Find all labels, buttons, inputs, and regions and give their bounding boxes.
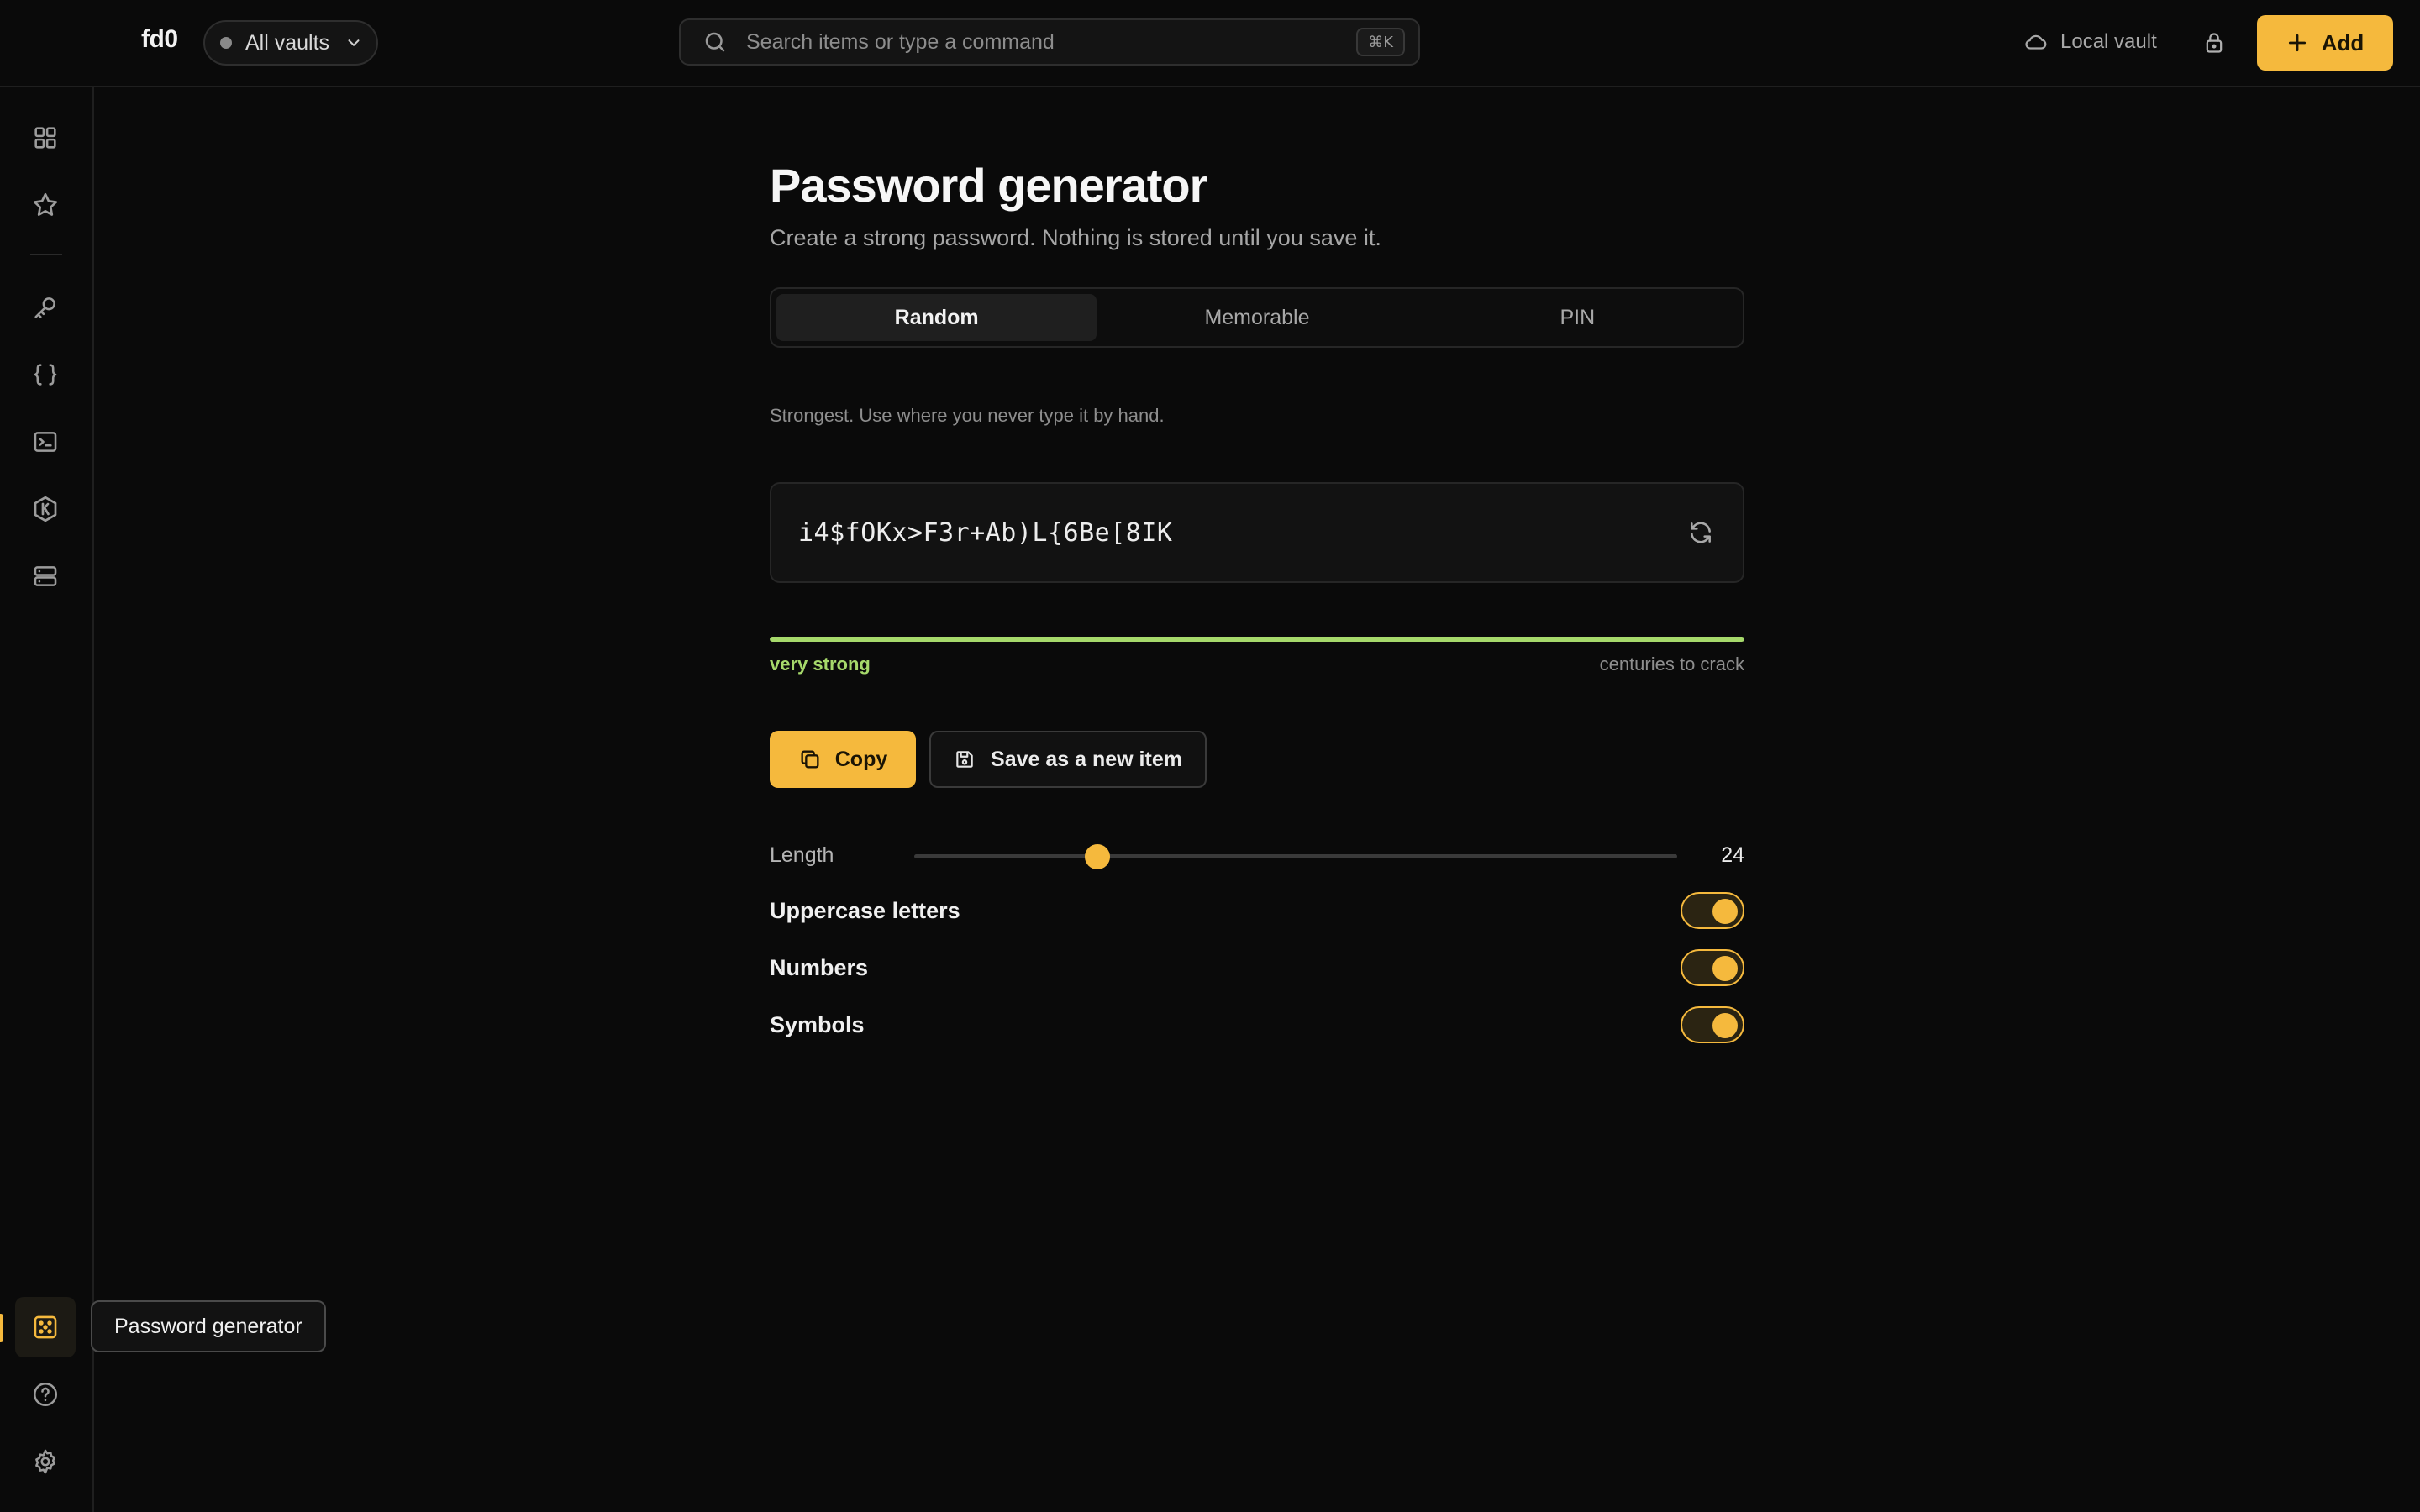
lock-icon <box>2206 33 2223 53</box>
option-symbols-label: Symbols <box>770 1011 865 1037</box>
server-icon <box>34 566 57 586</box>
terminal-icon <box>34 432 57 452</box>
plus-icon <box>2288 34 2306 52</box>
toggle-knob <box>1712 1013 1738 1038</box>
length-slider-thumb[interactable] <box>1084 844 1110 869</box>
regenerate-button[interactable] <box>1681 512 1721 553</box>
add-button-label: Add <box>2321 29 2365 55</box>
sidebar-item-snippets[interactable] <box>15 344 76 405</box>
top-bar: fd0 All vaults ⌘K Local vault Add <box>0 0 2420 87</box>
page-title: Password generator <box>770 159 1207 212</box>
strength-label: very strong <box>770 654 871 675</box>
generated-password-box: i4$fOKx>F3r+Ab)L{6Be[8IK <box>770 482 1744 583</box>
page-subtitle: Create a strong password. Nothing is sto… <box>770 225 1381 250</box>
toggle-knob <box>1712 899 1738 924</box>
lock-button[interactable] <box>2196 25 2232 60</box>
cloud-icon <box>2025 34 2047 50</box>
dice-icon <box>34 1315 57 1339</box>
uppercase-toggle[interactable] <box>1681 892 1744 929</box>
strength-meter-fill <box>770 637 1744 642</box>
sidebar-item-logins[interactable] <box>15 277 76 338</box>
hexagon-k-icon <box>34 496 57 522</box>
symbols-toggle[interactable] <box>1681 1006 1744 1043</box>
search-bar[interactable]: ⌘K <box>679 18 1420 66</box>
length-value: 24 <box>1721 843 1744 867</box>
save-button-label: Save as a new item <box>991 747 1182 771</box>
search-icon <box>705 32 725 52</box>
option-numbers-label: Numbers <box>770 954 869 980</box>
save-as-new-item-button[interactable]: Save as a new item <box>929 731 1207 788</box>
sidebar-item-terminal[interactable] <box>15 412 76 472</box>
tab-random[interactable]: Random <box>776 294 1097 341</box>
tab-memorable[interactable]: Memorable <box>1097 294 1417 341</box>
length-slider[interactable] <box>914 844 1677 869</box>
copy-button[interactable]: Copy <box>770 731 916 788</box>
grid-icon <box>34 127 56 149</box>
sidebar-divider <box>30 254 62 255</box>
vault-status-dot <box>220 37 232 49</box>
length-label: Length <box>770 843 834 867</box>
toggle-knob <box>1712 956 1738 981</box>
sidebar-item-kubernetes[interactable] <box>15 479 76 539</box>
mode-description: Strongest. Use where you never type it b… <box>770 405 1165 426</box>
sidebar <box>0 87 94 1512</box>
sidebar-active-indicator <box>0 1314 3 1342</box>
sidebar-item-help[interactable] <box>15 1364 76 1425</box>
search-shortcut-badge: ⌘K <box>1356 28 1405 56</box>
sidebar-item-servers[interactable] <box>15 546 76 606</box>
generator-mode-tabs: Random Memorable PIN <box>770 287 1744 348</box>
chevron-down-icon <box>348 39 360 46</box>
sidebar-item-settings[interactable] <box>15 1431 76 1492</box>
key-icon <box>34 297 55 318</box>
generated-password[interactable]: i4$fOKx>F3r+Ab)L{6Be[8IK <box>798 518 1172 548</box>
app-logo[interactable]: fd0 <box>141 25 178 54</box>
option-uppercase-label: Uppercase letters <box>770 897 960 923</box>
sidebar-item-password-generator[interactable] <box>15 1297 76 1357</box>
refresh-icon <box>1691 522 1711 543</box>
crack-time-label: centuries to crack <box>1599 654 1744 675</box>
search-input[interactable] <box>746 29 1357 55</box>
storage-status[interactable]: Local vault <box>2023 25 2157 59</box>
sidebar-item-all-items[interactable] <box>15 108 76 168</box>
add-button[interactable]: Add <box>2257 15 2393 71</box>
gear-icon <box>35 1449 55 1474</box>
option-numbers: Numbers <box>770 949 1744 986</box>
sidebar-item-favorites[interactable] <box>15 175 76 235</box>
vault-selector-label: All vaults <box>245 30 330 55</box>
star-icon <box>33 192 58 216</box>
help-circle-icon <box>33 1382 58 1407</box>
option-symbols: Symbols <box>770 1006 1744 1043</box>
strength-meter <box>770 637 1744 642</box>
copy-button-label: Copy <box>834 747 888 771</box>
numbers-toggle[interactable] <box>1681 949 1744 986</box>
copy-icon <box>801 750 819 769</box>
option-uppercase: Uppercase letters <box>770 892 1744 929</box>
sidebar-tooltip: Password generator <box>91 1300 326 1352</box>
save-icon <box>956 751 973 768</box>
braces-icon <box>34 364 57 386</box>
storage-status-label: Local vault <box>2060 30 2157 53</box>
vault-selector[interactable]: All vaults <box>203 20 378 66</box>
tab-pin[interactable]: PIN <box>1418 294 1738 341</box>
